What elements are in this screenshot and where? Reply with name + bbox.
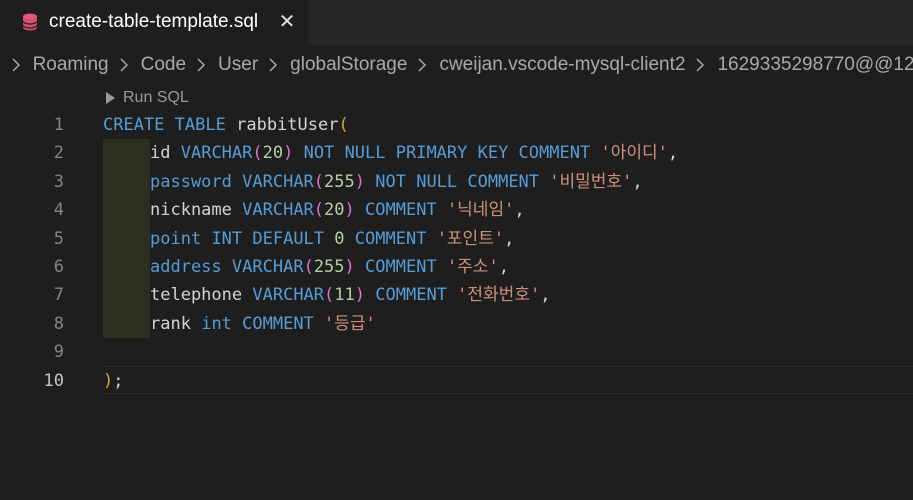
breadcrumb-item[interactable]: cweijan.vscode-mysql-client2 [437, 54, 687, 76]
code-line: 6 address VARCHAR(255) COMMENT '주소', [0, 253, 913, 281]
code-text: CREATE TABLE rabbitUser( [103, 115, 349, 135]
chevron-right-icon [7, 55, 27, 75]
code-line: 8 rank int COMMENT '등급' [0, 310, 913, 338]
editor-tab[interactable]: create-table-template.sql ✕ [0, 0, 308, 45]
line-number: 3 [53, 171, 64, 192]
database-icon [22, 13, 38, 31]
breadcrumb-item[interactable]: n [0, 54, 3, 76]
code-line: 7 telephone VARCHAR(11) COMMENT '전화번호', [0, 281, 913, 309]
line-number: 7 [53, 285, 64, 306]
run-sql-codelens[interactable]: Run SQL [106, 89, 189, 107]
code-line: 10 ); [0, 367, 913, 395]
line-number: 2 [53, 143, 64, 164]
run-sql-label: Run SQL [123, 89, 189, 106]
breadcrumb-item[interactable]: Roaming [31, 54, 111, 76]
code-line: 5 point INT DEFAULT 0 COMMENT '포인트', [0, 225, 913, 253]
code-text: telephone VARCHAR(11) COMMENT '전화번호', [150, 285, 551, 306]
code-text: rank int COMMENT '등급' [150, 313, 376, 334]
code-text: id VARCHAR(20) NOT NULL PRIMARY KEY COMM… [150, 143, 679, 164]
code-line: 3 password VARCHAR(255) NOT NULL COMMENT… [0, 168, 913, 196]
tab-bar: create-table-template.sql ✕ [0, 0, 913, 45]
line-number: 10 [43, 370, 64, 391]
chevron-right-icon [413, 55, 433, 75]
chevron-right-icon [115, 55, 135, 75]
code-line: 2 id VARCHAR(20) NOT NULL PRIMARY KEY CO… [0, 139, 913, 167]
line-number: 8 [53, 313, 64, 334]
breadcrumb-item[interactable]: User [216, 54, 260, 76]
breadcrumb-item[interactable]: 1629335298770@@127.0.0.1 [715, 54, 913, 76]
code-line: 1 CREATE TABLE rabbitUser( [0, 111, 913, 139]
code-text: ); [103, 370, 124, 391]
code-text: point INT DEFAULT 0 COMMENT '포인트', [150, 228, 515, 249]
code-text: password VARCHAR(255) NOT NULL COMMENT '… [150, 171, 643, 192]
line-number: 6 [53, 257, 64, 277]
close-icon[interactable]: ✕ [276, 9, 298, 33]
code-editor[interactable]: 1 CREATE TABLE rabbitUser( 2 id VARCHAR(… [0, 111, 913, 396]
chevron-right-icon [192, 55, 212, 75]
code-text: address VARCHAR(255) COMMENT '주소', [150, 257, 509, 277]
code-line: 9 [0, 338, 913, 366]
breadcrumb: n Roaming Code User globalStorage cweija… [0, 45, 913, 85]
play-icon [106, 92, 115, 104]
line-number: 4 [53, 200, 64, 221]
line-number: 5 [53, 228, 64, 249]
line-number: 9 [53, 342, 64, 363]
chevron-right-icon [691, 55, 711, 75]
breadcrumb-item[interactable]: Code [139, 54, 188, 76]
line-number: 1 [53, 115, 64, 135]
tab-title: create-table-template.sql [49, 11, 259, 32]
code-line: 4 nickname VARCHAR(20) COMMENT '닉네임', [0, 196, 913, 224]
code-text: nickname VARCHAR(20) COMMENT '닉네임', [150, 200, 525, 221]
breadcrumb-item[interactable]: globalStorage [288, 54, 409, 76]
chevron-right-icon [264, 55, 284, 75]
